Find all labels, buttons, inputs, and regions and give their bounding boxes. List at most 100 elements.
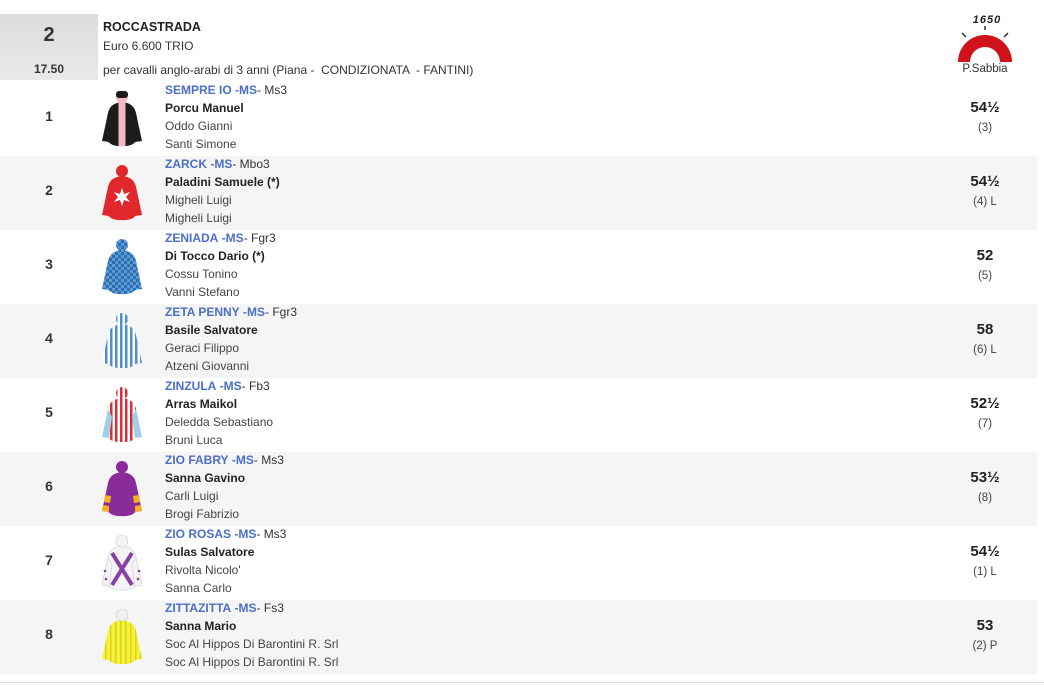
jockey-silks-icon xyxy=(102,461,142,517)
jockey-silks-icon xyxy=(102,91,142,147)
runner-number: 4 xyxy=(45,330,53,346)
jockey-name: Sanna Mario xyxy=(165,619,237,633)
horse-code: - Fgr3 xyxy=(265,305,298,319)
runner-number: 7 xyxy=(45,552,53,568)
owner-name: Brogi Fabrizio xyxy=(165,507,240,521)
horse-tag: -MS xyxy=(235,83,258,97)
trainer-name: Cossu Tonino xyxy=(165,267,238,281)
horse-tag: -MS xyxy=(234,527,257,541)
horse-name-line: ZETA PENNY -MS- Fgr3 xyxy=(165,305,297,319)
track-icon xyxy=(958,26,1012,62)
runner-row: 6 ZIO FABRY -MS- Ms3 Sanna Gavino Carli … xyxy=(0,452,1037,526)
carried-weight: 58 xyxy=(976,321,994,338)
jockey-name: Sanna Gavino xyxy=(165,471,246,485)
jockey-name: Paladini Samuele (*) xyxy=(165,175,280,189)
horse-name-link[interactable]: ZIO ROSAS xyxy=(165,527,231,541)
owner-name: Vanni Stefano xyxy=(165,285,240,299)
horse-name-line: ZIO FABRY -MS- Ms3 xyxy=(165,453,284,467)
race-distance: 1650 xyxy=(972,14,1002,26)
horse-tag: -MS xyxy=(210,157,233,171)
draw-position: (1) L xyxy=(973,566,997,578)
race-header: 2 17.50 ROCCASTRADA Euro 6.600 TRIO per … xyxy=(0,14,1037,82)
trainer-name: Soc Al Hippos Di Barontini R. Srl xyxy=(165,637,339,651)
owner-name: Santi Simone xyxy=(165,137,237,151)
race-card-page: 2 17.50 ROCCASTRADA Euro 6.600 TRIO per … xyxy=(0,0,1044,699)
runner-row: 7 ZIO ROSAS -MS- Ms3 Sulas Salvatore Riv… xyxy=(0,526,1037,600)
horse-code: - Fs3 xyxy=(256,601,284,615)
trainer-name: Oddo Gianni xyxy=(165,119,233,133)
horse-name-line: ZIO ROSAS -MS- Ms3 xyxy=(165,527,286,541)
runner-number: 6 xyxy=(45,478,53,494)
jockey-name: Sulas Salvatore xyxy=(165,545,255,559)
trainer-name: Migheli Luigi xyxy=(165,193,232,207)
owner-name: Bruni Luca xyxy=(165,433,223,447)
runner-row: 2 ZARCK -MS- Mbo3 Paladini Samuele (*) M… xyxy=(0,156,1037,230)
runner-number: 1 xyxy=(45,108,53,124)
carried-weight: 54½ xyxy=(970,543,1000,560)
draw-position: (3) xyxy=(977,122,993,134)
horse-tag: -MS xyxy=(221,231,244,245)
trainer-name: Rivolta Nicolo' xyxy=(165,563,241,577)
runner-row: 5 ZINZULA -MS- Fb3 Arras Maikol Deledda … xyxy=(0,378,1037,452)
track-badge: 1650 P.Sabbia xyxy=(950,14,1020,82)
jockey-name: Basile Salvatore xyxy=(165,323,258,337)
carried-weight: 53 xyxy=(976,617,994,634)
jockey-silks-icon xyxy=(102,387,142,443)
horse-name-link[interactable]: ZIO FABRY xyxy=(165,453,229,467)
horse-tag: -MS xyxy=(243,305,266,319)
horse-code: - Fgr3 xyxy=(243,231,276,245)
race-number: 2 xyxy=(43,24,55,46)
draw-position: (5) xyxy=(977,270,993,282)
trainer-name: Geraci Filippo xyxy=(165,341,240,355)
runner-number: 2 xyxy=(45,182,53,198)
horse-name-link[interactable]: ZENIADA xyxy=(165,231,218,245)
race-number-box: 2 17.50 xyxy=(0,14,98,80)
jockey-silks-icon xyxy=(102,239,142,295)
race-prize: Euro 6.600 TRIO xyxy=(103,39,194,53)
horse-code: - Fb3 xyxy=(241,379,270,393)
jockey-silks-icon xyxy=(102,313,142,369)
horse-name-link[interactable]: ZINZULA xyxy=(165,379,216,393)
horse-name-link[interactable]: ZARCK xyxy=(165,157,207,171)
runner-row: 3 ZENIADA -MS- Fgr3 Di Tocco Dario (*) C… xyxy=(0,230,1037,304)
horse-name-line: ZITTAZITTA -MS- Fs3 xyxy=(165,601,284,615)
horse-name-link[interactable]: SEMPRE IO xyxy=(165,83,232,97)
jockey-name: Arras Maikol xyxy=(165,397,238,411)
runner-row: 4 ZETA PENNY -MS- Fgr3 Basile Salvatore … xyxy=(0,304,1037,378)
runner-number: 5 xyxy=(45,404,53,420)
runner-row: 1 SEMPRE IO -MS- Ms3 Porcu Manuel Oddo G… xyxy=(0,82,1037,156)
trainer-name: Carli Luigi xyxy=(165,489,219,503)
race-description: per cavalli anglo-arabi di 3 anni (Piana… xyxy=(103,63,474,77)
race-name: ROCCASTRADA xyxy=(103,20,201,34)
horse-code: - Ms3 xyxy=(257,83,288,97)
runner-row: 8 ZITTAZITTA -MS- Fs3 Sanna Mario Soc Al… xyxy=(0,600,1037,674)
track-surface: P.Sabbia xyxy=(962,63,1008,75)
jockey-silks-icon xyxy=(102,165,142,221)
runners-list: 1 SEMPRE IO -MS- Ms3 Porcu Manuel Oddo G… xyxy=(0,82,1037,674)
carried-weight: 54½ xyxy=(970,173,1000,190)
horse-name-line: SEMPRE IO -MS- Ms3 xyxy=(165,83,287,97)
owner-name: Sanna Carlo xyxy=(165,581,232,595)
carried-weight: 52½ xyxy=(970,395,1000,412)
draw-position: (8) xyxy=(977,492,993,504)
horse-name-line: ZENIADA -MS- Fgr3 xyxy=(165,231,276,245)
horse-tag: -MS xyxy=(219,379,242,393)
horse-name-link[interactable]: ZETA PENNY xyxy=(165,305,240,319)
runner-number: 3 xyxy=(45,256,53,272)
carried-weight: 52 xyxy=(976,247,994,264)
horse-tag: -MS xyxy=(231,453,254,467)
jockey-name: Porcu Manuel xyxy=(165,101,244,115)
owner-name: Atzeni Giovanni xyxy=(165,359,250,373)
jockey-silks-icon xyxy=(101,534,143,591)
runner-number: 8 xyxy=(45,626,53,642)
jockey-name: Di Tocco Dario (*) xyxy=(165,249,265,263)
carried-weight: 54½ xyxy=(970,99,1000,116)
horse-name-link[interactable]: ZITTAZITTA xyxy=(165,601,231,615)
draw-position: (6) L xyxy=(973,344,997,356)
horse-code: - Ms3 xyxy=(253,453,284,467)
horse-name-line: ZARCK -MS- Mbo3 xyxy=(165,157,270,171)
trainer-name: Deledda Sebastiano xyxy=(165,415,274,429)
draw-position: (2) P xyxy=(972,640,998,652)
race-time: 17.50 xyxy=(33,62,65,76)
carried-weight: 53½ xyxy=(970,469,1000,486)
